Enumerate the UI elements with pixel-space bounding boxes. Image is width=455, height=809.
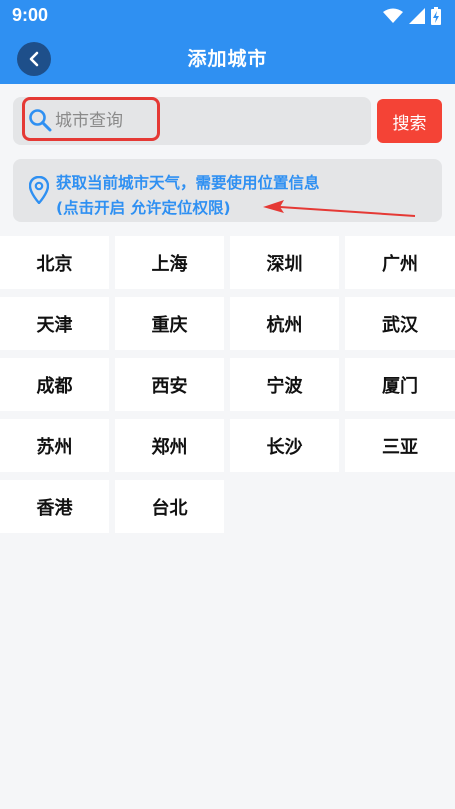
city-item[interactable]: 上海 bbox=[115, 236, 224, 289]
city-item[interactable]: 郑州 bbox=[115, 419, 224, 472]
city-item[interactable]: 深圳 bbox=[230, 236, 339, 289]
arrow-annotation bbox=[263, 200, 416, 217]
search-area: 搜索 bbox=[13, 97, 442, 145]
search-box bbox=[13, 97, 371, 145]
location-message: 获取当前城市天气，需要使用位置信息 bbox=[56, 174, 320, 192]
status-icons bbox=[383, 6, 441, 26]
city-item[interactable]: 长沙 bbox=[230, 419, 339, 472]
page-title: 添加城市 bbox=[187, 48, 268, 70]
location-enable-hint: (点击开启 允许定位权限) bbox=[56, 199, 231, 217]
wifi-icon bbox=[383, 8, 403, 23]
status-bar: 9:00 bbox=[0, 0, 455, 32]
search-button[interactable]: 搜索 bbox=[377, 99, 442, 143]
city-item[interactable]: 苏州 bbox=[0, 419, 109, 472]
city-item[interactable]: 北京 bbox=[0, 236, 109, 289]
search-input[interactable] bbox=[55, 108, 355, 134]
status-time: 9:00 bbox=[12, 5, 49, 25]
city-item[interactable]: 武汉 bbox=[345, 297, 455, 350]
city-item[interactable]: 杭州 bbox=[230, 297, 339, 350]
city-item[interactable]: 三亚 bbox=[345, 419, 455, 472]
city-item[interactable]: 台北 bbox=[115, 480, 224, 533]
city-item[interactable]: 宁波 bbox=[230, 358, 339, 411]
location-pin-icon bbox=[29, 176, 49, 204]
city-item[interactable]: 香港 bbox=[0, 480, 109, 533]
city-item[interactable]: 广州 bbox=[345, 236, 455, 289]
app-bar: 添加城市 bbox=[0, 32, 455, 84]
city-item[interactable]: 天津 bbox=[0, 297, 109, 350]
city-item[interactable]: 成都 bbox=[0, 358, 109, 411]
city-item[interactable]: 西安 bbox=[115, 358, 224, 411]
search-icon bbox=[29, 109, 52, 132]
city-item[interactable]: 重庆 bbox=[115, 297, 224, 350]
city-item[interactable]: 厦门 bbox=[345, 358, 455, 411]
signal-icon bbox=[409, 8, 425, 24]
battery-icon bbox=[431, 7, 441, 25]
